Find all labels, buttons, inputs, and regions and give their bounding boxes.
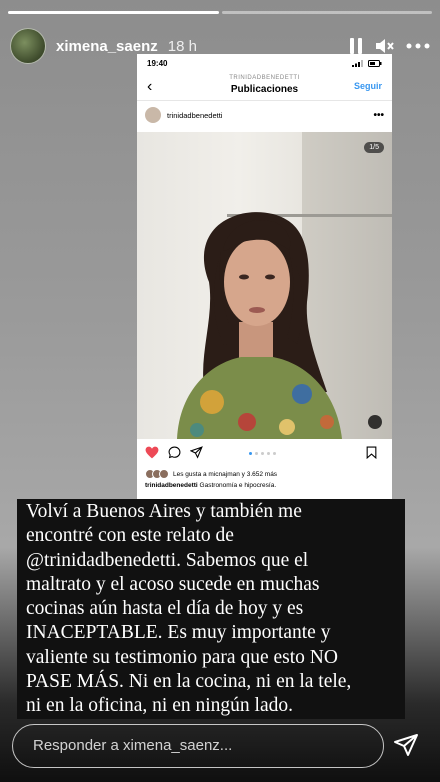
embedded-nav-bar: ‹ TRINIDADBENEDETTI Publicaciones Seguir (137, 72, 392, 101)
post-more-icon: ••• (373, 109, 384, 121)
story-text-box: Volví a Buenos Aires y también me encont… (17, 499, 405, 719)
post-avatar (145, 107, 161, 123)
story-text-line: maltrato y el acoso sucede en muchas (26, 573, 320, 595)
story-time: 18 h (167, 37, 197, 55)
follow-button: Seguir (353, 81, 382, 91)
story-text-line: INACEPTABLE. Es muy importante y (26, 622, 331, 644)
status-time: 19:40 (147, 58, 168, 68)
story-text-line: ni en la oficina, ni en ningún lado. (26, 695, 293, 717)
likes-row: Les gusta a micnajman y 3.652 más (145, 469, 277, 479)
more-horizontal-icon[interactable] (406, 43, 430, 49)
story-viewer: ximena_saenz 18 h 19:40 ‹ TRINIDADBENEDE… (0, 0, 440, 782)
progress-segment (221, 11, 432, 14)
woman-speaking-photo (177, 212, 342, 439)
share-icon (190, 446, 203, 459)
post-header: trinidadbenedetti ••• (137, 101, 392, 129)
pause-icon[interactable] (350, 38, 362, 54)
carousel-dots (249, 452, 276, 455)
bookmark-icon (366, 446, 377, 459)
story-text-line: Volví a Buenos Aires y también me (26, 501, 302, 522)
post-photo: 1/5 (137, 132, 392, 439)
avatar[interactable] (10, 28, 46, 64)
story-text-line: @trinidadbenedetti. Sabemos que el (26, 549, 309, 571)
progress-segment (8, 11, 219, 14)
comment-icon (168, 446, 181, 459)
likes-text: Les gusta a micnajman y 3.652 más (173, 470, 278, 478)
status-icons (352, 59, 382, 67)
caption-username: trinidadbenedetti (145, 482, 198, 489)
story-username[interactable]: ximena_saenz (56, 38, 158, 55)
paper-plane-icon[interactable] (393, 733, 419, 762)
shared-post-screenshot: 19:40 ‹ TRINIDADBENEDETTI Publicaciones … (137, 54, 392, 499)
carousel-count-badge: 1/5 (364, 142, 384, 153)
reply-field[interactable]: Responder a ximena_saenz... (12, 724, 384, 768)
embedded-status-bar: 19:40 (137, 54, 392, 72)
volume-icon (368, 415, 382, 429)
story-text-line: cocinas aún hasta el día de hoy y es (26, 598, 304, 620)
caption-text: Gastronomía e hipocresía. (199, 482, 277, 489)
story-text-line: valiente su testimonio para que esto NO (26, 646, 338, 668)
story-text-line: encontré con este relato de (26, 525, 234, 547)
reply-placeholder[interactable]: Responder a ximena_saenz... (33, 737, 232, 754)
story-text-line: PASE MÁS. Ni en la cocina, ni en la tele… (26, 671, 352, 693)
post-username: trinidadbenedetti (167, 110, 223, 120)
story-text: Volví a Buenos Aires y también me encont… (26, 500, 401, 719)
heart-icon (145, 446, 159, 459)
speaker-muted-icon[interactable] (374, 37, 394, 55)
post-caption: trinidadbenedetti Gastronomía e hipocres… (145, 482, 276, 489)
story-progress-bar (8, 11, 432, 14)
